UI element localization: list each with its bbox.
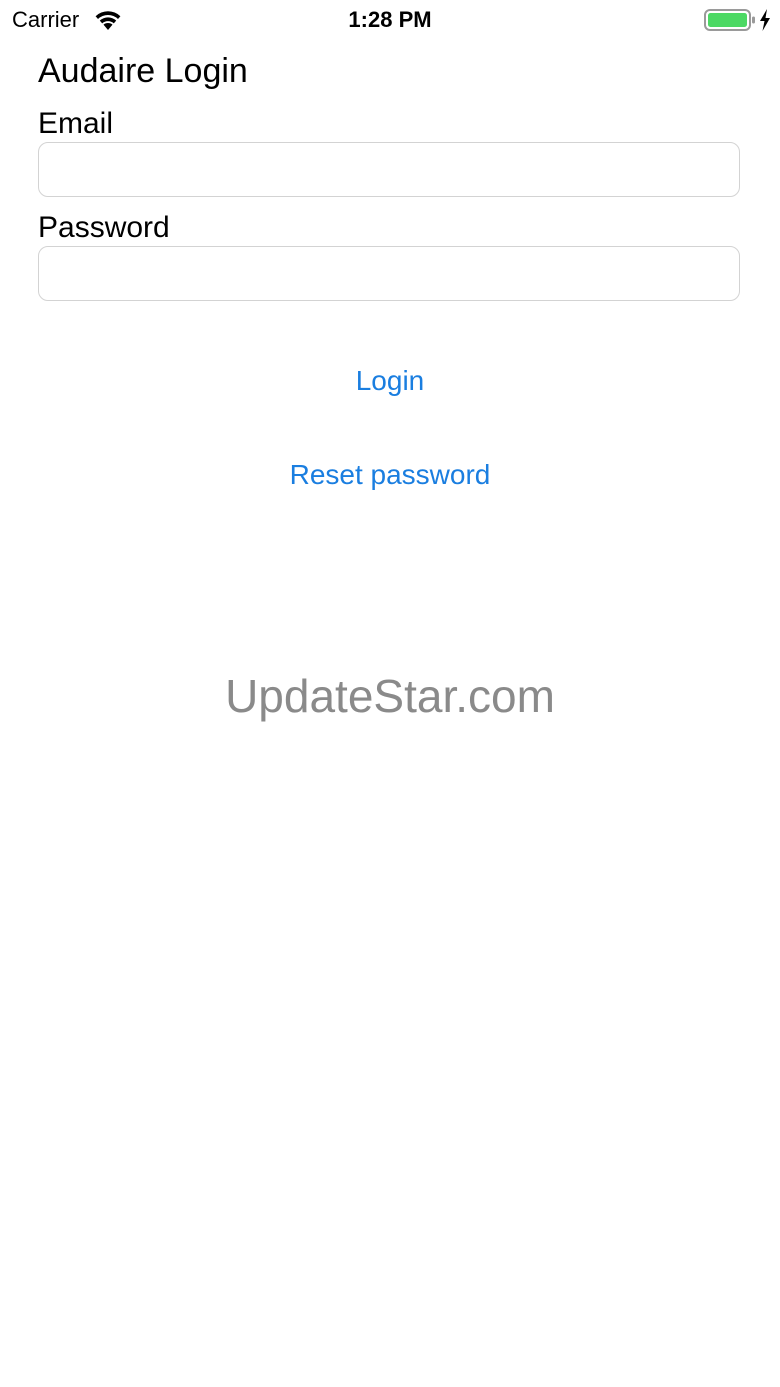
page-title: Audaire Login bbox=[38, 52, 248, 90]
clock: 1:28 PM bbox=[348, 7, 432, 32]
reset-password-button[interactable]: Reset password bbox=[0, 458, 780, 492]
status-bar: Carrier 1:28 PM bbox=[0, 0, 780, 40]
password-field[interactable] bbox=[38, 246, 740, 301]
login-button[interactable]: Login bbox=[0, 364, 780, 398]
password-label: Password bbox=[38, 211, 170, 244]
email-label: Email bbox=[38, 107, 114, 140]
watermark: UpdateStar.com bbox=[225, 670, 555, 722]
charging-bolt-icon bbox=[760, 9, 770, 31]
email-field[interactable] bbox=[38, 142, 740, 197]
battery-icon bbox=[704, 9, 755, 31]
